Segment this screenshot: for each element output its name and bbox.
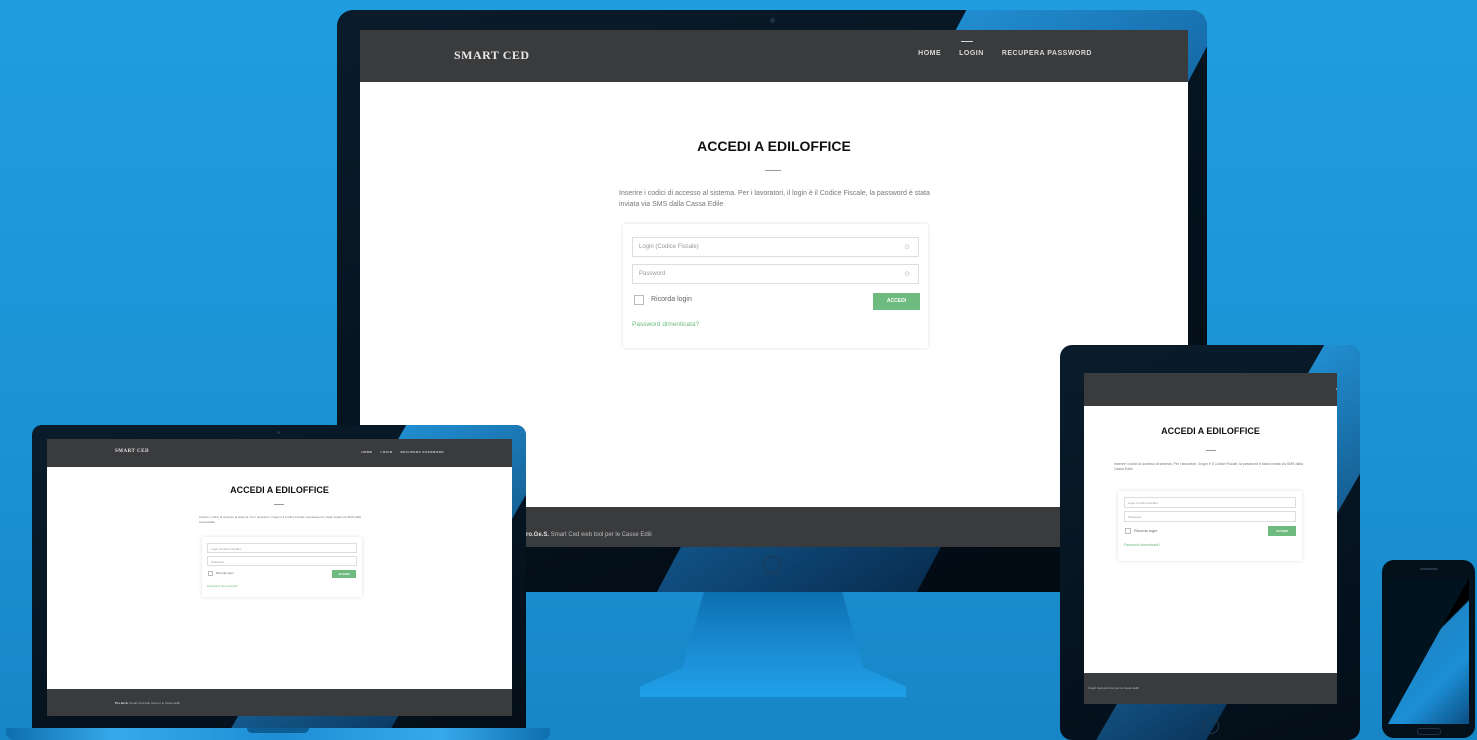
phone-screen-dark: [1388, 578, 1469, 724]
remember-checkbox[interactable]: [1125, 528, 1131, 534]
page-title: ACCEDI A EDILOFFICE: [230, 485, 329, 495]
login-form: Login (Codice Fiscale) Password Ricorda …: [1118, 491, 1302, 561]
intro-text: Inserire i codici di accesso al sistema.…: [619, 190, 930, 208]
forgot-password-link[interactable]: Password dimenticata?: [632, 321, 699, 328]
laptop-camera: [277, 431, 280, 434]
login-field[interactable]: Login (Codice Fiscale): [1124, 497, 1296, 508]
phone-speaker: [1420, 568, 1438, 570]
brand-logo[interactable]: SMART CED: [115, 449, 149, 454]
forgot-password-link[interactable]: Password dimenticata?: [207, 584, 238, 588]
nav-home[interactable]: HOME: [361, 450, 372, 454]
footer-description: Smart Ced web tool per le Casse Edili: [550, 532, 652, 538]
smartphone: [1382, 560, 1475, 738]
home-button: [1417, 728, 1441, 735]
brand-logo[interactable]: SMART CED: [454, 48, 530, 63]
login-form: Login (Codice Fiscale) ⊙ Password ⊙ Rico…: [623, 224, 928, 348]
login-placeholder: Login (Codice Fiscale): [211, 547, 241, 551]
remember-label: Ricorda login: [1134, 528, 1158, 533]
login-field[interactable]: Login (Codice Fiscale): [207, 543, 357, 553]
monitor-stand: [640, 592, 906, 697]
password-placeholder: Password: [639, 271, 666, 277]
footer-text: Pro.Ge.S. Smart Ced web tool per le Cass…: [115, 701, 180, 705]
home-button: [1203, 718, 1219, 734]
footer-brand: Pro.Ge.S.: [115, 701, 129, 705]
password-placeholder: Password: [211, 560, 225, 564]
login-field[interactable]: Login (Codice Fiscale) ⊙: [632, 237, 919, 257]
page-title: ACCEDI A EDILOFFICE: [697, 138, 851, 154]
navbar: SMART CED HOME LOGIN RECUPERA PASSWORD: [360, 30, 1188, 82]
login-form: Login (Codice Fiscale) Password Ricorda …: [202, 537, 362, 597]
nav-links: HOME LOGIN RECUPERA PASSWORD: [918, 41, 1092, 57]
password-placeholder: Password: [1128, 515, 1142, 519]
login-placeholder: Login (Codice Fiscale): [639, 244, 699, 250]
accedi-button[interactable]: ACCEDI: [332, 570, 356, 578]
monitor-camera: [770, 18, 775, 23]
title-divider: [1206, 450, 1216, 451]
page-title: ACCEDI A EDILOFFICE: [1161, 426, 1260, 436]
nav-login[interactable]: LOGIN: [380, 450, 392, 454]
accedi-button[interactable]: ACCEDI: [873, 293, 920, 310]
footer-description: Smart Ced web tool per le Casse Edili: [1088, 686, 1139, 690]
password-field[interactable]: Password: [1124, 511, 1296, 522]
nav-home[interactable]: HOME: [1336, 387, 1337, 391]
laptop: SMART CED HOME LOGIN RECUPERA PASSWORD A…: [32, 425, 526, 731]
remember-label: Ricorda login: [651, 296, 692, 303]
tablet: HOME LOGIN ACCEDI A EDILOFFICE Inserire …: [1060, 345, 1360, 740]
laptop-screen: SMART CED HOME LOGIN RECUPERA PASSWORD A…: [47, 439, 512, 716]
nav-recupera-password[interactable]: RECUPERA PASSWORD: [1002, 50, 1092, 57]
footer-text: Smart Ced web tool per le Casse Edili: [1088, 686, 1139, 690]
footer-text: Pro.Ge.S. Smart Ced web tool per le Cass…: [522, 532, 652, 538]
nav-links: HOME LOGIN: [1336, 387, 1337, 391]
login-placeholder: Login (Codice Fiscale): [1128, 501, 1158, 505]
navbar: HOME LOGIN: [1084, 373, 1337, 406]
accedi-button[interactable]: ACCEDI: [1268, 526, 1296, 536]
footer-brand: Pro.Ge.S.: [522, 532, 550, 538]
footer: Smart Ced web tool per le Casse Edili: [1084, 673, 1337, 704]
title-divider: [274, 504, 284, 505]
phone-screen: [1388, 578, 1469, 724]
title-divider: [765, 170, 781, 171]
tablet-screen: HOME LOGIN ACCEDI A EDILOFFICE Inserire …: [1084, 373, 1337, 704]
intro-text: Inserire i codici di accesso al sistema.…: [199, 515, 361, 524]
laptop-notch: [247, 728, 309, 733]
monitor-logo-icon: [763, 556, 781, 574]
user-icon: ⊙: [904, 244, 910, 251]
password-field[interactable]: Password: [207, 556, 357, 566]
nav-recupera-password[interactable]: RECUPERA PASSWORD: [400, 450, 444, 454]
password-field[interactable]: Password ⊙: [632, 264, 919, 284]
intro-text: Inserire i codici di accesso al sistema.…: [1114, 462, 1303, 472]
lock-icon: ⊙: [904, 271, 910, 278]
remember-checkbox[interactable]: [634, 295, 644, 305]
nav-home[interactable]: HOME: [918, 50, 941, 57]
remember-checkbox[interactable]: [208, 571, 213, 576]
nav-links: HOME LOGIN RECUPERA PASSWORD: [361, 450, 444, 454]
footer-description: Smart Ced web tool per le Casse Edili: [129, 701, 180, 705]
nav-login[interactable]: LOGIN: [959, 41, 984, 57]
footer: Pro.Ge.S. Smart Ced web tool per le Cass…: [47, 689, 512, 716]
navbar: SMART CED HOME LOGIN RECUPERA PASSWORD: [47, 439, 512, 467]
remember-label: Ricorda login: [216, 571, 234, 575]
forgot-password-link[interactable]: Password dimenticata?: [1124, 543, 1160, 547]
